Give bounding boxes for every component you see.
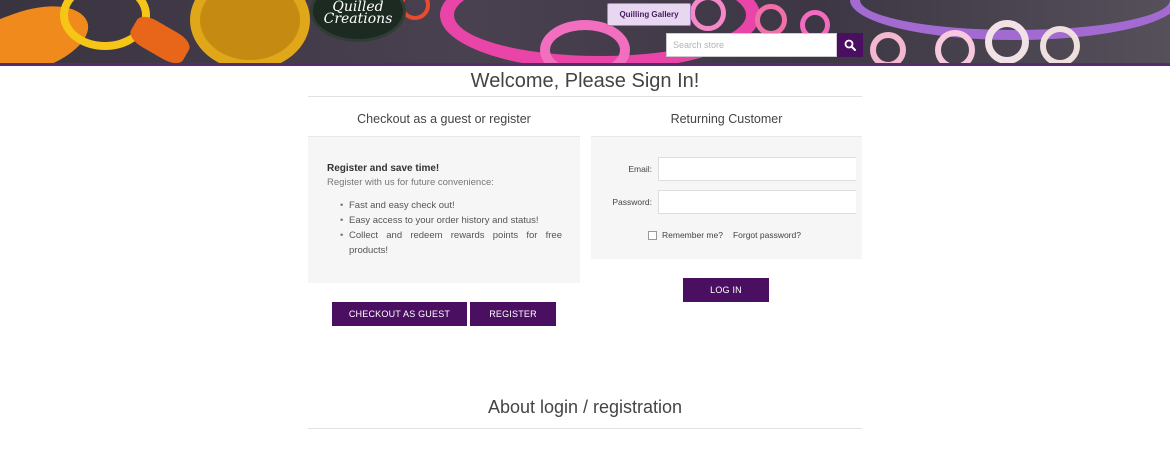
benefit-item: Easy access to your order history and st… <box>340 213 562 228</box>
search-icon <box>844 39 856 51</box>
email-field[interactable] <box>658 157 856 181</box>
remember-me-checkbox[interactable] <box>648 230 657 240</box>
search-button[interactable] <box>837 33 863 57</box>
guest-register-panel: Register and save time! Register with us… <box>308 136 580 283</box>
quill-decoration <box>870 32 906 63</box>
email-row: Email: <box>591 157 856 181</box>
quill-decoration <box>935 30 975 63</box>
forgot-password-link[interactable]: Forgot password? <box>733 230 801 240</box>
returning-customer-title: Returning Customer <box>670 112 783 126</box>
password-field[interactable] <box>658 190 856 214</box>
remember-me-row: Remember me? Forgot password? <box>648 230 801 240</box>
page-title: Welcome, Please Sign In! <box>308 70 862 97</box>
logo-line-2: Creations <box>323 11 393 27</box>
email-label: Email: <box>628 164 652 174</box>
checkout-as-guest-button[interactable]: CHECKOUT AS GUEST <box>332 302 467 326</box>
register-subtext: Register with us for future convenience: <box>327 177 494 188</box>
guest-section-title: Checkout as a guest or register <box>357 112 531 126</box>
quilling-gallery-button[interactable]: Quilling Gallery <box>607 3 691 26</box>
search-bar <box>666 33 863 57</box>
header-banner: Quilled Creations Quilling Gallery <box>0 0 1170 66</box>
register-button[interactable]: REGISTER <box>470 302 556 326</box>
logo-text: Quilled Creations <box>323 0 393 27</box>
log-in-button[interactable]: LOG IN <box>683 278 769 302</box>
benefit-item: Collect and redeem rewards points for fr… <box>340 228 562 258</box>
quill-decoration <box>126 12 194 63</box>
register-heading: Register and save time! <box>327 163 440 174</box>
site-logo[interactable]: Quilled Creations <box>310 0 406 42</box>
benefits-list: Fast and easy check out! Easy access to … <box>327 198 562 258</box>
password-row: Password: <box>591 190 856 214</box>
login-panel: Email: Password: Remember me? Forgot pas… <box>591 136 862 259</box>
quill-decoration <box>1040 26 1080 63</box>
quill-decoration <box>190 0 310 63</box>
benefit-item: Fast and easy check out! <box>340 198 562 213</box>
about-login-title: About login / registration <box>308 397 862 429</box>
remember-me-label[interactable]: Remember me? <box>662 230 723 240</box>
quill-decoration <box>755 4 787 36</box>
password-label: Password: <box>612 197 652 207</box>
search-input[interactable] <box>666 33 837 57</box>
quill-decoration <box>985 20 1029 63</box>
